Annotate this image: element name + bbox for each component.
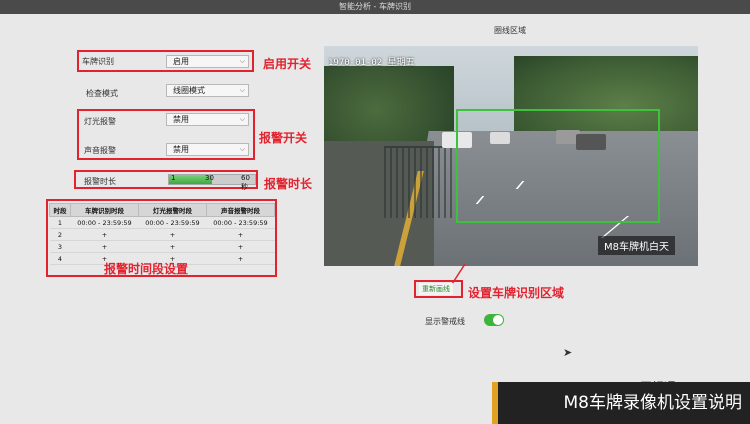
show-warning-line-toggle[interactable] — [484, 314, 504, 326]
add-schedule-button[interactable]: + — [206, 252, 275, 265]
schedule-header: 车牌识别时段 — [69, 203, 139, 217]
chevron-down-icon: ⌵ — [239, 57, 245, 65]
alarm-duration-label: 报警时长 — [84, 177, 116, 186]
light-alarm-value: 禁用 — [173, 115, 189, 124]
schedule-cell[interactable]: 00:00 - 23:59:59 — [206, 216, 275, 229]
schedule-header-row: 时段 车牌识别时段 灯光报警时段 声音报警时段 — [49, 203, 276, 217]
schedule-header: 时段 — [49, 203, 71, 217]
detection-mode-label: 检查模式 — [86, 89, 118, 98]
camera-fence — [384, 146, 454, 218]
annotation-alarm-duration: 报警时长 — [264, 177, 313, 191]
window-title: 智能分析 - 车牌识别 — [339, 2, 411, 11]
sound-alarm-value: 禁用 — [173, 145, 189, 154]
plate-recognition-label: 车牌识别 — [82, 57, 114, 66]
chevron-down-icon: ⌵ — [239, 86, 245, 94]
plate-detection-region[interactable] — [456, 109, 660, 223]
light-alarm-select[interactable]: 禁用 ⌵ — [166, 113, 249, 126]
schedule-cell: 2 — [49, 228, 71, 241]
schedule-header: 灯光报警时段 — [137, 203, 207, 217]
add-schedule-button[interactable]: + — [138, 228, 207, 241]
schedule-cell[interactable]: 00:00 - 23:59:59 — [70, 216, 139, 229]
schedule-table: 时段 车牌识别时段 灯光报警时段 声音报警时段 1 00:00 - 23:59:… — [49, 203, 276, 265]
add-schedule-button[interactable]: + — [70, 228, 139, 241]
schedule-cell: 3 — [49, 240, 71, 253]
slider-max: 60 秒 — [241, 174, 250, 191]
schedule-row[interactable]: 3 + + + — [49, 240, 275, 253]
sound-alarm-label: 声音报警 — [84, 146, 116, 155]
sound-alarm-select[interactable]: 禁用 ⌵ — [166, 143, 249, 156]
schedule-header: 声音报警时段 — [205, 203, 276, 217]
plate-recognition-select[interactable]: 启用 ⌵ — [166, 55, 249, 68]
chevron-down-icon: ⌵ — [239, 145, 245, 153]
camera-overlay-label: M8车牌机白天 — [598, 236, 675, 255]
annotation-alarm-schedule: 报警时间段设置 — [104, 262, 189, 276]
detection-mode-value: 线圈模式 — [173, 86, 205, 95]
slider-current: 30 — [205, 174, 214, 182]
slider-min: 1 — [171, 174, 176, 182]
schedule-row[interactable]: 1 00:00 - 23:59:59 00:00 - 23:59:59 00:0… — [49, 216, 275, 229]
annotation-enable-switch: 启用开关 — [263, 57, 312, 71]
area-title: 圈线区域 — [494, 26, 526, 35]
add-schedule-button[interactable]: + — [138, 240, 207, 253]
show-warning-line-label: 显示警戒线 — [425, 317, 465, 326]
add-schedule-button[interactable]: + — [206, 240, 275, 253]
window-title-bar: 智能分析 - 车牌识别 — [0, 0, 750, 14]
schedule-cell: 1 — [49, 216, 71, 229]
add-schedule-button[interactable]: + — [70, 240, 139, 253]
detection-mode-select[interactable]: 线圈模式 ⌵ — [166, 84, 249, 97]
annotation-alarm-switch: 报警开关 — [259, 131, 308, 145]
redraw-line-button[interactable]: 重新画线 — [419, 283, 453, 295]
plate-recognition-value: 启用 — [173, 57, 189, 66]
add-schedule-button[interactable]: + — [206, 228, 275, 241]
caption-banner: M8车牌录像机设置说明 — [492, 382, 750, 424]
schedule-cell[interactable]: 00:00 - 23:59:59 — [138, 216, 207, 229]
annotation-plate-area: 设置车牌识别区域 — [468, 286, 565, 300]
schedule-row[interactable]: 2 + + + — [49, 228, 275, 241]
camera-preview[interactable]: 1970-01-02 星期五 M8车牌机白天 — [324, 46, 698, 266]
light-alarm-label: 灯光报警 — [84, 117, 116, 126]
schedule-cell: 4 — [49, 252, 71, 265]
mouse-cursor-icon: ➤ — [563, 346, 573, 359]
camera-timestamp: 1970-01-02 星期五 — [328, 58, 415, 68]
chevron-down-icon: ⌵ — [239, 115, 245, 123]
toggle-knob — [493, 315, 503, 325]
alarm-duration-slider[interactable]: 1 30 60 秒 — [168, 174, 256, 191]
banner-accent — [492, 382, 498, 424]
